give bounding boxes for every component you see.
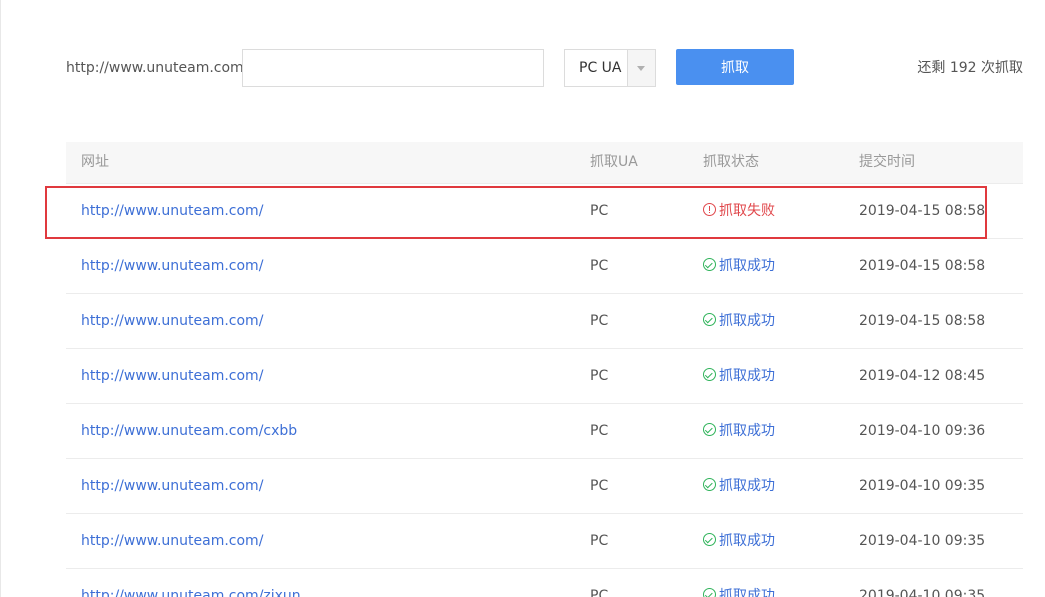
table-row: http://www.unuteam.com/ PC 抓取失败 2019-04-…: [66, 184, 1023, 239]
row-url-link[interactable]: http://www.unuteam.com/: [81, 258, 263, 274]
row-status[interactable]: 抓取成功: [703, 294, 775, 348]
row-status-label: 抓取成功: [719, 588, 775, 597]
ua-select[interactable]: PC UA: [564, 49, 656, 87]
row-ua: PC: [590, 368, 609, 384]
header-url: 网址: [81, 154, 109, 170]
check-circle-icon: [703, 258, 716, 271]
row-ua: PC: [590, 533, 609, 549]
header-status: 抓取状态: [703, 154, 759, 170]
row-status-label: 抓取成功: [719, 478, 775, 494]
ua-select-value: PC UA: [579, 60, 622, 76]
check-circle-icon: [703, 368, 716, 381]
remaining-count-text: 还剩 192 次抓取: [917, 60, 1023, 76]
ua-select-toggle[interactable]: [627, 50, 655, 86]
row-time: 2019-04-12 08:45: [859, 368, 986, 384]
row-url-link[interactable]: http://www.unuteam.com/cxbb: [81, 423, 297, 439]
row-status-label: 抓取成功: [719, 423, 775, 439]
row-status[interactable]: 抓取失败: [703, 184, 775, 238]
row-status[interactable]: 抓取成功: [703, 239, 775, 293]
table-row: http://www.unuteam.com/ PC 抓取成功 2019-04-…: [66, 459, 1023, 514]
fetch-toolbar: http://www.unuteam.com/ PC UA 抓取 还剩 192 …: [1, 49, 1045, 87]
row-status-label: 抓取成功: [719, 533, 775, 549]
row-ua: PC: [590, 478, 609, 494]
row-url-link[interactable]: http://www.unuteam.com/: [81, 368, 263, 384]
row-time: 2019-04-15 08:58: [859, 258, 986, 274]
row-url-link[interactable]: http://www.unuteam.com/zixun: [81, 588, 301, 597]
url-path-input[interactable]: [242, 49, 544, 87]
row-status-label: 抓取成功: [719, 258, 775, 274]
table-row: http://www.unuteam.com/ PC 抓取成功 2019-04-…: [66, 514, 1023, 569]
table-row: http://www.unuteam.com/ PC 抓取成功 2019-04-…: [66, 349, 1023, 404]
row-time: 2019-04-10 09:35: [859, 588, 986, 597]
row-status-label: 抓取失败: [719, 203, 775, 219]
row-time: 2019-04-15 08:58: [859, 313, 986, 329]
row-time: 2019-04-15 08:58: [859, 203, 986, 219]
fetch-button[interactable]: 抓取: [676, 49, 794, 85]
check-circle-icon: [703, 423, 716, 436]
row-ua: PC: [590, 203, 609, 219]
row-status-label: 抓取成功: [719, 313, 775, 329]
row-time: 2019-04-10 09:36: [859, 423, 986, 439]
check-circle-icon: [703, 588, 716, 597]
row-url-link[interactable]: http://www.unuteam.com/: [81, 203, 263, 219]
row-ua: PC: [590, 423, 609, 439]
fetch-history-table: 网址 抓取UA 抓取状态 提交时间 http://www.unuteam.com…: [66, 142, 1023, 597]
row-url-link[interactable]: http://www.unuteam.com/: [81, 313, 263, 329]
row-status[interactable]: 抓取成功: [703, 569, 775, 597]
row-ua: PC: [590, 588, 609, 597]
table-row: http://www.unuteam.com/zixun PC 抓取成功 201…: [66, 569, 1023, 597]
table-row: http://www.unuteam.com/ PC 抓取成功 2019-04-…: [66, 294, 1023, 349]
row-status[interactable]: 抓取成功: [703, 404, 775, 458]
table-row: http://www.unuteam.com/cxbb PC 抓取成功 2019…: [66, 404, 1023, 459]
row-time: 2019-04-10 09:35: [859, 533, 986, 549]
url-prefix-label: http://www.unuteam.com/: [66, 60, 249, 76]
table-header: 网址 抓取UA 抓取状态 提交时间: [66, 142, 1023, 184]
row-url-link[interactable]: http://www.unuteam.com/: [81, 478, 263, 494]
check-circle-icon: [703, 313, 716, 326]
row-status-label: 抓取成功: [719, 368, 775, 384]
exclamation-circle-icon: [703, 203, 716, 216]
caret-down-icon: [637, 66, 645, 71]
header-time: 提交时间: [859, 154, 915, 170]
row-ua: PC: [590, 258, 609, 274]
row-url-link[interactable]: http://www.unuteam.com/: [81, 533, 263, 549]
table-row: http://www.unuteam.com/ PC 抓取成功 2019-04-…: [66, 239, 1023, 294]
row-time: 2019-04-10 09:35: [859, 478, 986, 494]
row-status[interactable]: 抓取成功: [703, 459, 775, 513]
row-ua: PC: [590, 313, 609, 329]
check-circle-icon: [703, 533, 716, 546]
row-status[interactable]: 抓取成功: [703, 349, 775, 403]
fetch-page: http://www.unuteam.com/ PC UA 抓取 还剩 192 …: [0, 0, 1045, 597]
header-ua: 抓取UA: [590, 154, 638, 170]
row-status[interactable]: 抓取成功: [703, 514, 775, 568]
check-circle-icon: [703, 478, 716, 491]
